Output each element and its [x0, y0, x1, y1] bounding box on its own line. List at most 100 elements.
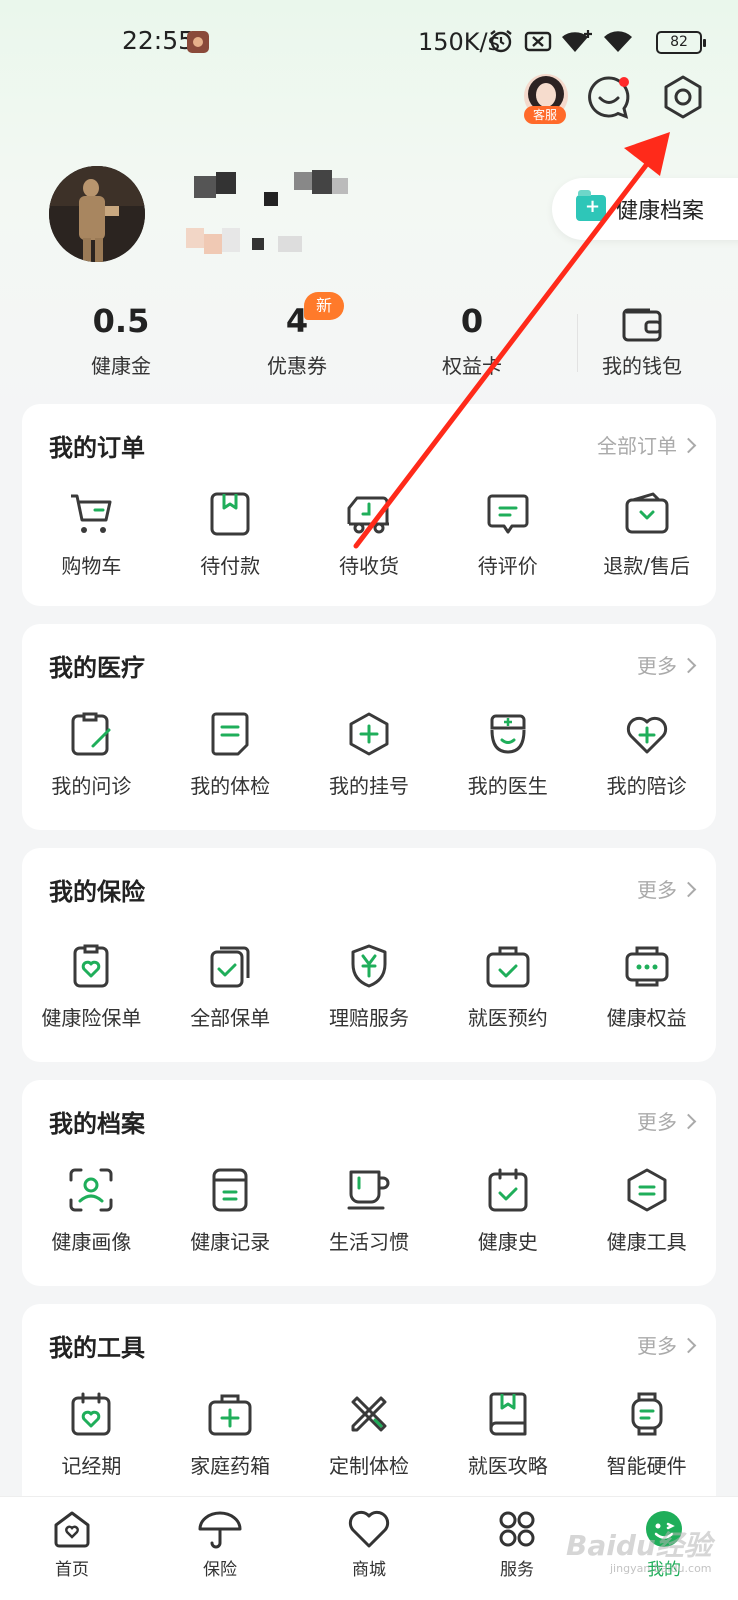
history-icon	[488, 1168, 528, 1212]
folder-plus-icon	[576, 190, 606, 221]
insurance-title: 我的保险	[49, 878, 145, 906]
order-item-refund[interactable]: 退款/售后	[577, 490, 716, 579]
settings-gear-icon[interactable]	[660, 74, 706, 120]
archive-item-habits[interactable]: 生活习惯	[300, 1166, 439, 1255]
item-label: 生活习惯	[328, 1230, 409, 1254]
wifi-plus-icon	[562, 30, 592, 52]
all-orders-link[interactable]: 全部订单	[597, 430, 697, 459]
tab-label: 服务	[500, 1560, 534, 1580]
item-label: 退款/售后	[603, 554, 690, 578]
chevron-right-icon	[680, 881, 697, 898]
tab-mall[interactable]: 商城	[319, 1497, 419, 1580]
record-icon	[212, 1168, 248, 1212]
heart-icon	[348, 1510, 390, 1548]
medical-item-checkup[interactable]: 我的体检	[161, 710, 300, 799]
tools-more-link[interactable]: 更多	[637, 1330, 697, 1359]
order-item-pending-pay[interactable]: 待付款	[161, 490, 300, 579]
item-label: 健康记录	[190, 1230, 271, 1254]
health-archive-button[interactable]: 健康档案	[552, 178, 738, 240]
insurance-item-rights[interactable]: 健康权益	[577, 942, 716, 1031]
medical-item-doctor[interactable]: 我的医生	[438, 710, 577, 799]
order-item-pending-receive[interactable]: 待收货	[300, 490, 439, 579]
tab-label: 首页	[55, 1560, 89, 1580]
tab-insurance[interactable]: 保险	[170, 1497, 270, 1580]
tools-item-guide[interactable]: 就医攻略	[438, 1390, 577, 1479]
item-label: 待付款	[200, 554, 261, 578]
item-label: 我的医生	[467, 774, 548, 798]
tools-item-custom-checkup[interactable]: 定制体检	[300, 1390, 439, 1479]
tools-item-period[interactable]: 记经期	[22, 1390, 161, 1479]
medical-item-consult[interactable]: 我的问诊	[22, 710, 161, 799]
item-label: 我的问诊	[51, 774, 132, 798]
item-label: 健康史	[477, 1230, 538, 1254]
item-label: 我的挂号	[328, 774, 409, 798]
smartwatch-icon	[631, 1392, 663, 1436]
insurance-item-appointment[interactable]: 就医预约	[438, 942, 577, 1031]
tab-services[interactable]: 服务	[467, 1497, 567, 1580]
stat-health-gold[interactable]: 0.5 健康金	[56, 302, 186, 379]
more-label: 更多	[637, 1334, 677, 1358]
archive-item-history[interactable]: 健康史	[438, 1166, 577, 1255]
stat-label: 权益卡	[442, 354, 502, 378]
all-policies-icon	[210, 946, 250, 988]
orders-card: 我的订单 全部订单 购物车 待付款 待收货 待评价 退款/售后	[22, 404, 716, 606]
insurance-more-link[interactable]: 更多	[637, 874, 697, 903]
archive-title: 我的档案	[49, 1110, 145, 1138]
umbrella-icon	[198, 1511, 242, 1549]
order-item-cart[interactable]: 购物车	[22, 490, 161, 579]
checkup-icon	[211, 712, 249, 756]
doctor-icon	[490, 714, 526, 754]
alarm-icon	[490, 30, 512, 53]
medical-item-escort[interactable]: 我的陪诊	[577, 710, 716, 799]
item-label: 我的陪诊	[606, 774, 687, 798]
avatar-photo	[49, 166, 145, 262]
item-label: 全部保单	[190, 1006, 271, 1030]
archive-item-record[interactable]: 健康记录	[161, 1166, 300, 1255]
tools-item-hardware[interactable]: 智能硬件	[577, 1390, 716, 1479]
all-orders-label: 全部订单	[597, 434, 677, 458]
policy-icon	[73, 944, 109, 988]
stat-coupons[interactable]: 4 优惠券	[232, 302, 362, 379]
archive-more-link[interactable]: 更多	[637, 1106, 697, 1135]
medkit-icon	[208, 1394, 252, 1436]
message-icon[interactable]	[584, 72, 634, 122]
archive-card: 我的档案 更多 健康画像 健康记录 生活习惯 健康史 健康工具	[22, 1080, 716, 1286]
medical-item-register[interactable]: 我的挂号	[300, 710, 439, 799]
register-icon	[349, 712, 389, 756]
tools-item-medkit[interactable]: 家庭药箱	[161, 1390, 300, 1479]
tab-label: 商城	[352, 1560, 386, 1580]
customer-service-badge[interactable]: 客服	[524, 106, 566, 124]
more-label: 更多	[637, 878, 677, 902]
home-icon	[54, 1511, 90, 1548]
baidu-watermark-url: jingyan.baidu.com	[610, 1562, 712, 1575]
item-label: 定制体检	[328, 1454, 409, 1478]
item-label: 就医预约	[467, 1006, 548, 1030]
stat-value: 0.5	[92, 302, 150, 340]
tools-title: 我的工具	[49, 1334, 145, 1362]
tab-home[interactable]: 首页	[22, 1497, 122, 1580]
rights-icon	[625, 946, 669, 987]
archive-item-tools[interactable]: 健康工具	[577, 1166, 716, 1255]
wallet-button[interactable]: 我的钱包	[577, 302, 707, 379]
medical-more-link[interactable]: 更多	[637, 650, 697, 679]
chevron-right-icon	[680, 657, 697, 674]
user-avatar[interactable]	[49, 166, 145, 262]
item-label: 家庭药箱	[190, 1454, 271, 1478]
truck-icon	[347, 496, 389, 534]
insurance-item-claims[interactable]: 理赔服务	[300, 942, 439, 1031]
insurance-item-health-policy[interactable]: 健康险保单	[22, 942, 161, 1031]
stat-label: 优惠券	[267, 354, 327, 378]
chevron-right-icon	[680, 437, 697, 454]
archive-item-portrait[interactable]: 健康画像	[22, 1166, 161, 1255]
app-notification-icon	[187, 31, 209, 53]
stat-label: 健康金	[91, 354, 151, 378]
item-label: 待收货	[338, 554, 399, 578]
insurance-item-all-policies[interactable]: 全部保单	[161, 942, 300, 1031]
stat-rights-card[interactable]: 0 权益卡	[407, 302, 537, 379]
order-item-pending-review[interactable]: 待评价	[438, 490, 577, 579]
more-label: 更多	[637, 654, 677, 678]
new-badge: 新	[304, 292, 344, 320]
health-archive-label: 健康档案	[616, 199, 705, 224]
insurance-card: 我的保险 更多 健康险保单 全部保单 理赔服务 就医预约 健康权益	[22, 848, 716, 1062]
wallet-icon	[622, 308, 662, 342]
